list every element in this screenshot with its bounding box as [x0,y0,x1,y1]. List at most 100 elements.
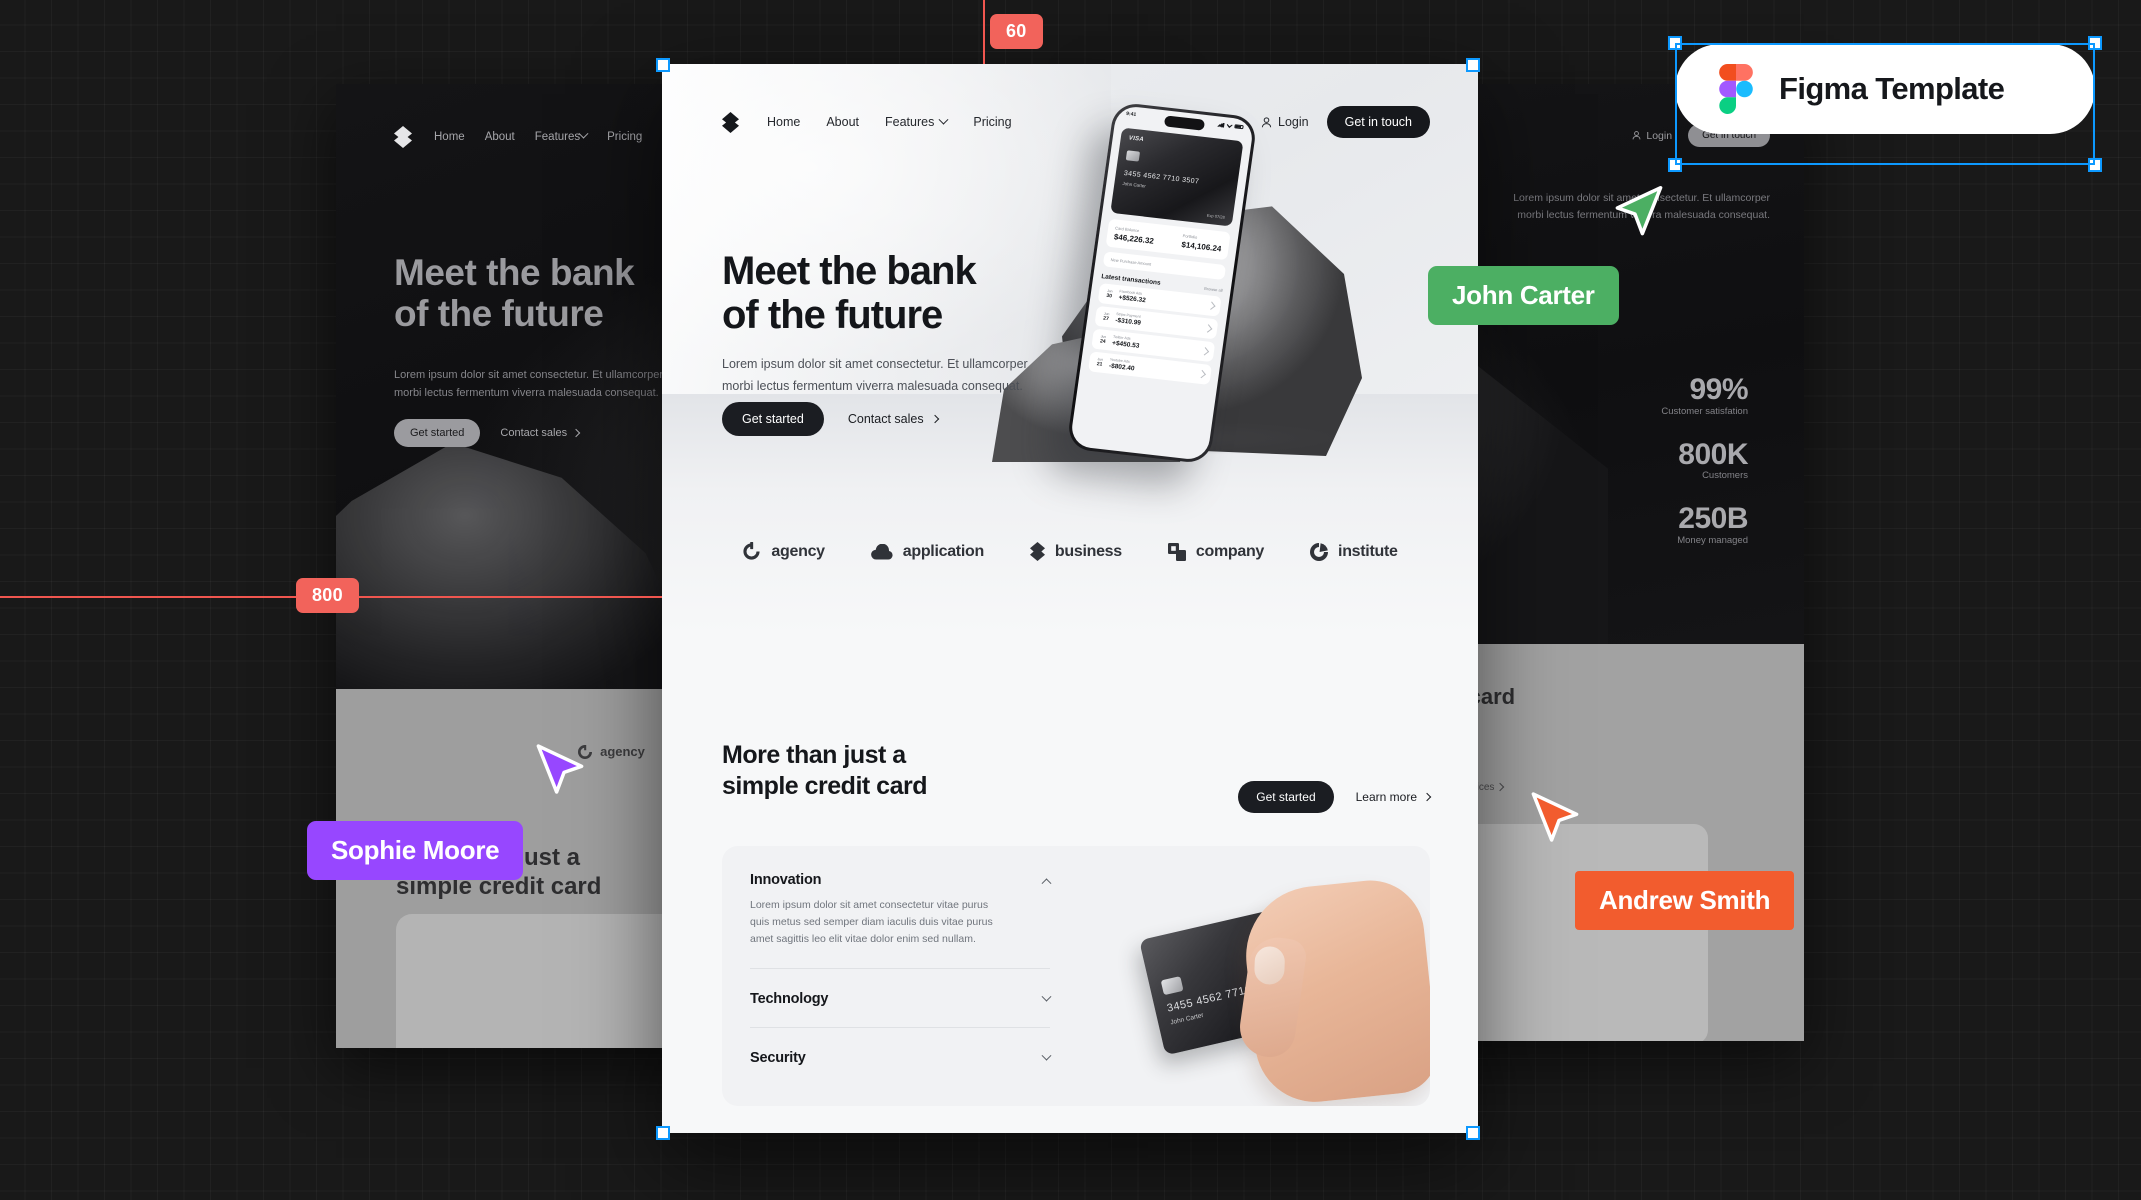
brand-logo-icon[interactable] [722,111,739,133]
chevron-down-icon[interactable] [1041,991,1052,1002]
chevron-down-icon [578,128,589,139]
brand-logo-icon [394,126,412,148]
cursor-andrew-smith [1528,790,1582,844]
chip-icon [1160,976,1184,996]
left-hero-title: Meet the bank of the future [394,252,635,335]
collaborator-label-sophie-moore: Sophie Moore [307,821,524,880]
right-login-link[interactable]: Login [1632,130,1672,142]
accordion-item-technology[interactable]: Technology [750,991,1052,1028]
nav-item-features[interactable]: Features [885,114,949,129]
transaction-amount: -$802.40 [1108,362,1135,373]
thumb [1236,933,1309,1061]
user-icon [1261,116,1272,127]
signal-icon [1217,122,1225,128]
chevron-right-icon [930,414,939,424]
wifi-icon [1226,123,1233,129]
accordion-body: Lorem ipsum dolor sit amet consectetur v… [750,899,993,945]
features-section: More than just a simple credit card Get … [662,636,1478,1133]
accordion-item-innovation[interactable]: Innovation Lorem ipsum dolor sit amet co… [750,872,1052,969]
measure-badge-top: 60 [990,14,1043,49]
features-cta-group: Get started Learn more [1238,781,1432,813]
chevron-right-icon [1200,347,1210,356]
selection-handle-bottom-left[interactable] [656,1126,670,1140]
left-nav-item-features[interactable]: Features [534,128,589,143]
collaborator-label-andrew-smith: Andrew Smith [1575,871,1795,930]
left-contact-sales-link[interactable]: Contact sales [500,427,581,439]
cursor-sophie-moore [533,742,587,796]
right-hero-paragraph: Lorem ipsum dolor sit amet consectetur. … [1513,192,1770,221]
user-icon [1632,131,1641,140]
badge-handle-bottom-left[interactable] [1668,158,1682,172]
nav-label: About [484,131,515,143]
badge-handle-top-right[interactable] [2088,36,2102,50]
left-nav-item-pricing[interactable]: Pricing [607,131,642,143]
logo-label: company [1195,542,1265,560]
stat-value: 250B [1678,502,1748,535]
stat-label: Customer satisfation [1661,405,1748,417]
logo-label: business [1054,542,1122,560]
browse-all-link[interactable]: Browse all [1204,286,1223,293]
transaction-date: Jun 30 [1105,288,1113,300]
left-nav-item-home[interactable]: Home [434,131,465,143]
accordion-title: Technology [750,991,829,1007]
accordion-header[interactable]: Innovation [750,872,1052,888]
divider [750,968,1050,969]
accordion-header[interactable]: Technology [750,991,1052,1007]
contact-sales-link[interactable]: Contact sales [848,412,939,426]
nav-label: Home [767,115,801,129]
hero-paragraph: Lorem ipsum dolor sit amet consectetur. … [722,357,1028,393]
measure-badge-left: 800 [296,578,359,613]
badge-handle-top-left[interactable] [1668,36,1682,50]
nav-item-home[interactable]: Home [767,115,800,129]
badge-handle-bottom-right[interactable] [2088,158,2102,172]
chevron-up-icon[interactable] [1041,877,1052,888]
hero-cta-group: Get started Contact sales [722,402,939,436]
logo-institute: institute [1310,542,1398,561]
hero-title: Meet the bank of the future [722,249,977,337]
measure-guide-vertical [983,0,985,64]
selection-handle-top-right[interactable] [1466,58,1480,72]
collaborator-label-john-carter: John Carter [1428,266,1619,325]
chip-icon [1125,150,1141,162]
nav-item-about[interactable]: About [826,115,859,129]
chevron-right-icon [1207,301,1216,310]
right-stats-group: 99% Customer satisfation 800K Customers … [1661,374,1748,568]
phone-time: 9:41 [1125,110,1137,119]
nav-label: Features [534,131,581,143]
selection-handle-bottom-right[interactable] [1466,1126,1480,1140]
figma-template-badge[interactable]: Figma Template [1675,44,2095,134]
chevron-down-icon[interactable] [1041,1050,1052,1061]
transaction-amount: -$310.99 [1114,316,1142,327]
logo-business: business [1029,542,1122,561]
chevron-right-icon [1197,369,1206,379]
transaction-date: Jun 27 [1102,311,1110,323]
accordion-title: Innovation [750,872,822,888]
left-nav-item-about[interactable]: About [485,131,515,143]
selected-artboard[interactable]: Home About Features Pricing Login Get in… [662,64,1478,1133]
left-hero-paragraph: Lorem ipsum dolor sit amet consectetur. … [394,369,664,399]
logo-label: institute [1338,542,1398,560]
selection-handle-top-left[interactable] [656,58,670,72]
chevron-right-icon [571,428,581,438]
get-started-button[interactable]: Get started [722,402,824,436]
chevron-right-icon [1495,782,1505,792]
accordion-item-security[interactable]: Security [750,1050,1052,1066]
figma-template-label: Figma Template [1779,71,2005,106]
logo-label: agency [771,542,825,560]
stat-label: Customers [1702,470,1748,481]
accordion: Innovation Lorem ipsum dolor sit amet co… [750,872,1052,1066]
get-in-touch-button[interactable]: Get in touch [1326,106,1430,138]
login-link[interactable]: Login [1261,115,1309,129]
diamond-icon [1029,542,1045,561]
hand-illustration [1236,875,1430,1106]
logo-company: company [1167,542,1265,561]
accordion-title: Security [750,1050,806,1066]
decorative-rock [336,443,696,704]
features-learn-more-link[interactable]: Learn more [1356,790,1432,804]
left-get-started-button[interactable]: Get started [394,419,481,447]
nav-item-pricing[interactable]: Pricing [973,115,1011,129]
logo-label: application [902,542,984,560]
accordion-header[interactable]: Security [750,1050,1052,1066]
features-get-started-button[interactable]: Get started [1238,781,1334,813]
logo-agency: agency [742,542,825,561]
